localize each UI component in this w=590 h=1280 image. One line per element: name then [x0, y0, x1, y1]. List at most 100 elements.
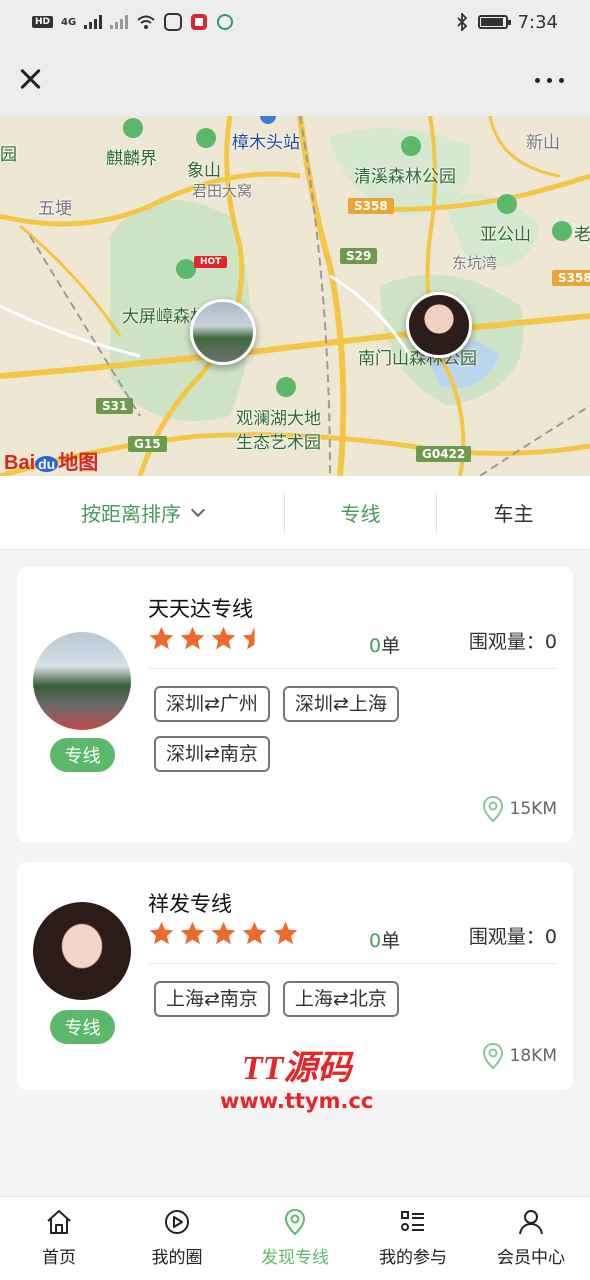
view-count-value: 0	[544, 631, 557, 653]
baidu-map-logo: Bai du 地图	[4, 446, 98, 475]
order-count-unit: 单	[381, 930, 401, 952]
map-label: 观澜湖大地	[236, 409, 321, 429]
map-label: 樟木头站	[232, 133, 300, 153]
road-tag: S358	[552, 270, 590, 286]
road-tag: S31	[96, 398, 134, 414]
distance-value: 15KM	[509, 799, 557, 819]
more-icon[interactable]	[535, 78, 564, 83]
road-tag: S29	[340, 248, 378, 264]
type-badge: 专线	[50, 738, 115, 772]
road-tag: G15	[128, 436, 167, 452]
tab-label: 首页	[42, 1248, 76, 1268]
route-tag[interactable]: 上海⇄南京	[154, 981, 270, 1017]
status-right: 7:34	[456, 12, 558, 33]
order-count: 0单	[369, 631, 400, 658]
type-badge: 专线	[50, 1010, 115, 1044]
star-icon	[180, 921, 205, 945]
vehicle-owner-label: 车主	[493, 502, 534, 526]
star-icon	[273, 921, 298, 945]
watermark-brand: TT源码	[241, 1050, 352, 1087]
user-icon	[519, 1210, 543, 1235]
baidu-logo-suffix: 地图	[58, 452, 99, 474]
map-marker-xiangfa[interactable]	[406, 292, 472, 358]
nav-bar	[0, 44, 590, 116]
location-pin-icon	[284, 1208, 306, 1236]
close-icon[interactable]	[16, 64, 46, 94]
route-list: 上海⇄南京 上海⇄北京	[154, 981, 454, 1017]
distance: 18KM	[482, 1042, 557, 1070]
home-icon	[47, 1210, 71, 1234]
tab-my-participation[interactable]: 我的参与	[354, 1197, 472, 1280]
map-label: 亚公山	[480, 225, 531, 245]
divider	[148, 963, 557, 964]
tab-home[interactable]: 首页	[0, 1197, 118, 1280]
map-marker-tiantianda[interactable]	[190, 299, 256, 365]
list-icon	[401, 1211, 424, 1231]
map-label: 君田大窝	[192, 182, 253, 200]
line-card[interactable]: 专线 天天达专线 0单 围观量：0 深圳⇄广州 深圳⇄上海 深圳⇄南京 15KM	[17, 567, 573, 843]
tab-my-circle[interactable]: 我的圈	[118, 1197, 236, 1280]
map-label: 老	[574, 225, 590, 245]
map-label: 生态艺术园	[236, 433, 321, 453]
app-chat-icon	[217, 14, 234, 30]
view-count-label: 围观量：	[468, 631, 545, 653]
order-count-value: 0	[369, 930, 382, 952]
map-view[interactable]: 园 麒麟界 象山 樟木头站 新山 五埂 君田大窝 清溪森林公园 亚公山 老 东坑…	[0, 116, 590, 476]
tab-label: 我的参与	[379, 1248, 447, 1268]
circle-play-icon	[165, 1210, 189, 1234]
view-count-label: 围观量：	[468, 926, 545, 948]
tab-dedicated-line[interactable]: 专线	[285, 492, 437, 533]
view-count-value: 0	[544, 926, 557, 948]
filter-bar: 按距离排序 专线 车主	[0, 476, 590, 550]
signal-icon	[84, 15, 103, 29]
app-notify-icon	[164, 13, 183, 31]
network-gen: 4G	[61, 16, 77, 28]
tab-member-center[interactable]: 会员中心	[472, 1197, 590, 1280]
avatar	[33, 632, 131, 730]
dedicated-line-label: 专线	[340, 502, 381, 526]
view-count: 围观量：0	[469, 627, 557, 654]
route-tag[interactable]: 深圳⇄南京	[154, 736, 270, 772]
view-count: 围观量：0	[469, 922, 557, 949]
status-left: HD 4G	[32, 13, 234, 31]
map-label: 象山	[187, 161, 221, 181]
route-tag[interactable]: 深圳⇄上海	[282, 686, 399, 722]
star-icon	[242, 921, 267, 945]
route-tag[interactable]: 上海⇄北京	[282, 981, 399, 1017]
star-icon	[149, 626, 174, 650]
route-tag[interactable]: 深圳⇄广州	[154, 686, 270, 722]
star-icon	[180, 626, 205, 650]
star-icon	[211, 921, 236, 945]
route-list: 深圳⇄广州 深圳⇄上海 深圳⇄南京	[154, 686, 454, 772]
battery-icon	[477, 15, 511, 29]
tab-label: 会员中心	[497, 1248, 565, 1268]
hd-badge: HD	[32, 16, 54, 28]
map-label: 清溪森林公园	[354, 167, 456, 187]
order-count-value: 0	[369, 635, 382, 657]
sort-label: 按距离排序	[81, 502, 181, 526]
star-icon	[242, 626, 255, 650]
road-tag: S358	[348, 198, 394, 214]
rating-stars	[148, 625, 268, 652]
wifi-icon	[137, 15, 155, 29]
map-label: 五埂	[38, 199, 72, 219]
order-count: 0单	[369, 926, 400, 953]
status-bar: HD 4G 7:34	[0, 0, 590, 44]
tab-discover-lines[interactable]: 发现专线	[236, 1197, 354, 1280]
bluetooth-icon	[456, 13, 467, 31]
baidu-logo-text: Bai	[4, 452, 36, 474]
star-icon	[211, 626, 236, 650]
watermark-url: www.ttym.cc	[220, 1089, 374, 1113]
chevron-down-icon	[190, 502, 206, 517]
map-label: 麒麟界	[106, 149, 157, 169]
tab-vehicle-owner[interactable]: 车主	[437, 493, 590, 533]
line-title: 祥发专线	[148, 892, 232, 916]
star-icon	[149, 921, 174, 945]
distance-value: 18KM	[509, 1046, 557, 1066]
sort-dropdown[interactable]: 按距离排序	[0, 492, 285, 533]
map-label: 园	[0, 145, 17, 165]
signal-2-icon	[110, 15, 129, 29]
road-tag: G0422	[416, 446, 472, 462]
app-red-icon	[191, 14, 208, 30]
location-pin-icon	[482, 795, 503, 823]
